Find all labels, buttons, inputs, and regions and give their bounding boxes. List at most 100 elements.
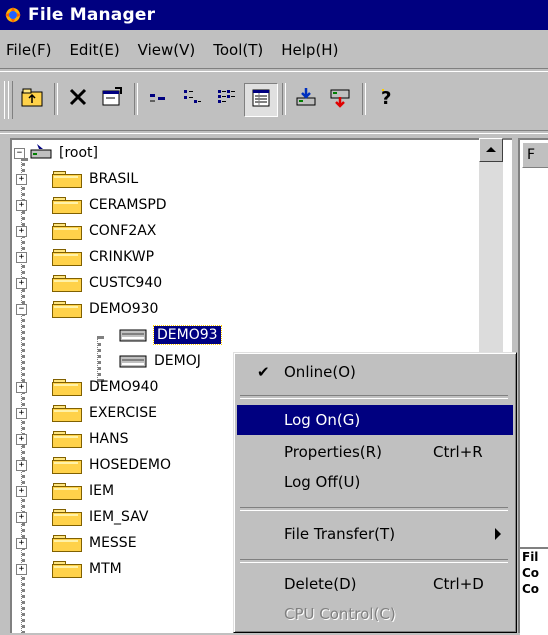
drive-icon xyxy=(29,142,53,164)
menu-item-log-on[interactable]: Log On(G) xyxy=(237,405,513,435)
details-view-icon xyxy=(250,87,272,113)
folder-icon xyxy=(52,275,82,292)
menu-divider xyxy=(0,68,548,72)
toolbar: ? xyxy=(0,73,548,127)
tree-item-ceramspd[interactable]: + CERAMSPD xyxy=(16,192,167,218)
expand-icon[interactable]: + xyxy=(16,382,27,393)
tree-item-crinkwp[interactable]: + CRINKWP xyxy=(16,244,155,270)
expand-icon[interactable]: + xyxy=(16,200,27,211)
menu-separator xyxy=(240,395,508,399)
upload-icon xyxy=(328,86,352,112)
menu-help[interactable]: Help(H) xyxy=(272,38,347,62)
download-button[interactable] xyxy=(290,83,322,115)
help-icon: ? xyxy=(375,86,397,112)
scroll-up-button[interactable] xyxy=(479,138,503,162)
expand-icon[interactable]: + xyxy=(16,408,27,419)
tree-item-label: DEMO930 xyxy=(89,301,159,317)
menu-item-log-off[interactable]: Log Off(U) xyxy=(237,467,513,497)
tree-item-label: DEMOJ xyxy=(154,353,201,369)
toolbar-divider xyxy=(0,130,548,134)
folder-icon xyxy=(52,171,82,188)
menu-item-cpu-control: CPU Control(C) xyxy=(237,599,513,629)
expand-icon[interactable]: + xyxy=(16,278,27,289)
download-icon xyxy=(294,86,318,112)
expand-icon[interactable]: + xyxy=(16,460,27,471)
collapse-icon[interactable]: − xyxy=(14,147,25,159)
window-title: File Manager xyxy=(28,5,156,25)
tree-item-demo930[interactable]: − DEMO930 xyxy=(16,296,159,322)
menu-item-file-transfer[interactable]: File Transfer(T) xyxy=(237,519,513,549)
expand-icon[interactable]: + xyxy=(16,538,27,549)
tree-item-brasil[interactable]: + BRASIL xyxy=(16,166,138,192)
upload-button[interactable] xyxy=(324,83,356,115)
small-icons-button[interactable] xyxy=(176,83,208,115)
tree-item-mtm[interactable]: + MTM xyxy=(16,556,122,582)
menu-tool[interactable]: Tool(T) xyxy=(204,38,272,62)
details-view-button[interactable] xyxy=(244,83,278,117)
menu-item-online[interactable]: ✔ Online(O) xyxy=(237,357,513,387)
large-icons-icon xyxy=(147,86,169,112)
menu-edit[interactable]: Edit(E) xyxy=(60,38,128,62)
tree-item-messe[interactable]: + MESSE xyxy=(16,530,137,556)
menu-item-label: Properties(R) xyxy=(284,443,382,461)
folder-icon xyxy=(52,405,82,422)
menu-file[interactable]: File(F) xyxy=(0,38,60,62)
folder-icon xyxy=(52,561,82,578)
toolbar-grip[interactable] xyxy=(8,81,13,119)
tree-item-demo93-child[interactable]: DEMO93 xyxy=(118,322,222,348)
tree-item-label: MESSE xyxy=(89,535,137,551)
tree-item-exercise[interactable]: + EXERCISE xyxy=(16,400,157,426)
checkmark-icon: ✔ xyxy=(257,363,270,381)
menu-item-label: CPU Control(C) xyxy=(284,605,396,623)
expand-icon[interactable]: + xyxy=(16,486,27,497)
large-icons-button[interactable] xyxy=(142,83,174,115)
menu-item-label: File Transfer(T) xyxy=(284,525,396,543)
expand-icon[interactable]: + xyxy=(16,434,27,445)
menu-view[interactable]: View(V) xyxy=(129,38,205,62)
properties-button[interactable] xyxy=(96,83,128,115)
menu-item-label: Delete(D) xyxy=(284,575,357,593)
list-view-button[interactable] xyxy=(210,83,242,115)
tree-item-hans[interactable]: + HANS xyxy=(16,426,129,452)
folder-icon xyxy=(52,483,82,500)
delete-button[interactable] xyxy=(62,83,94,115)
help-button[interactable]: ? xyxy=(370,83,402,115)
tree-item-label: CERAMSPD xyxy=(89,197,167,213)
title-bar[interactable]: File Manager xyxy=(0,0,548,30)
expand-icon[interactable]: + xyxy=(16,226,27,237)
column-header[interactable]: F xyxy=(522,142,548,168)
folder-icon xyxy=(52,535,82,552)
tree-item-iem[interactable]: + IEM xyxy=(16,478,114,504)
expand-icon[interactable]: + xyxy=(16,252,27,263)
properties-icon xyxy=(100,86,124,112)
up-folder-button[interactable] xyxy=(16,83,48,115)
tree-item-label: CONF2AX xyxy=(89,223,157,239)
tree-item-conf2ax[interactable]: + CONF2AX xyxy=(16,218,157,244)
expand-icon[interactable]: + xyxy=(16,564,27,575)
tree-item-custc940[interactable]: + CUSTC940 xyxy=(16,270,162,296)
menu-item-label: Log On(G) xyxy=(284,411,361,429)
tree-item-iem-sav[interactable]: + IEM_SAV xyxy=(16,504,148,530)
collapse-icon[interactable]: − xyxy=(16,304,27,315)
delete-x-icon xyxy=(67,86,89,112)
menu-item-shortcut: Ctrl+R xyxy=(433,443,483,461)
details-line: Co xyxy=(522,582,540,596)
tree-item-label: EXERCISE xyxy=(89,405,157,421)
arrow-up-icon xyxy=(486,147,496,152)
tree-item-label: CRINKWP xyxy=(89,249,155,265)
tree-item-demo940[interactable]: + DEMO940 xyxy=(16,374,159,400)
tree-item-demoj-child[interactable]: DEMOJ xyxy=(118,348,201,374)
folder-icon xyxy=(52,457,82,474)
up-folder-icon xyxy=(20,86,44,112)
tree-item-label: DEMO940 xyxy=(89,379,159,395)
tree-root[interactable]: − [root] xyxy=(14,140,98,166)
menu-item-delete[interactable]: Delete(D) Ctrl+D xyxy=(237,569,513,599)
tree-item-label: HANS xyxy=(89,431,129,447)
expand-icon[interactable]: + xyxy=(16,512,27,523)
file-list-pane[interactable]: F Fil Co Co xyxy=(518,138,548,635)
details-line: Co xyxy=(522,566,540,580)
expand-icon[interactable]: + xyxy=(16,174,27,185)
tree-item-hosedemo[interactable]: + HOSEDEMO xyxy=(16,452,171,478)
menu-item-properties[interactable]: Properties(R) Ctrl+R xyxy=(237,437,513,467)
menu-separator xyxy=(240,507,508,511)
